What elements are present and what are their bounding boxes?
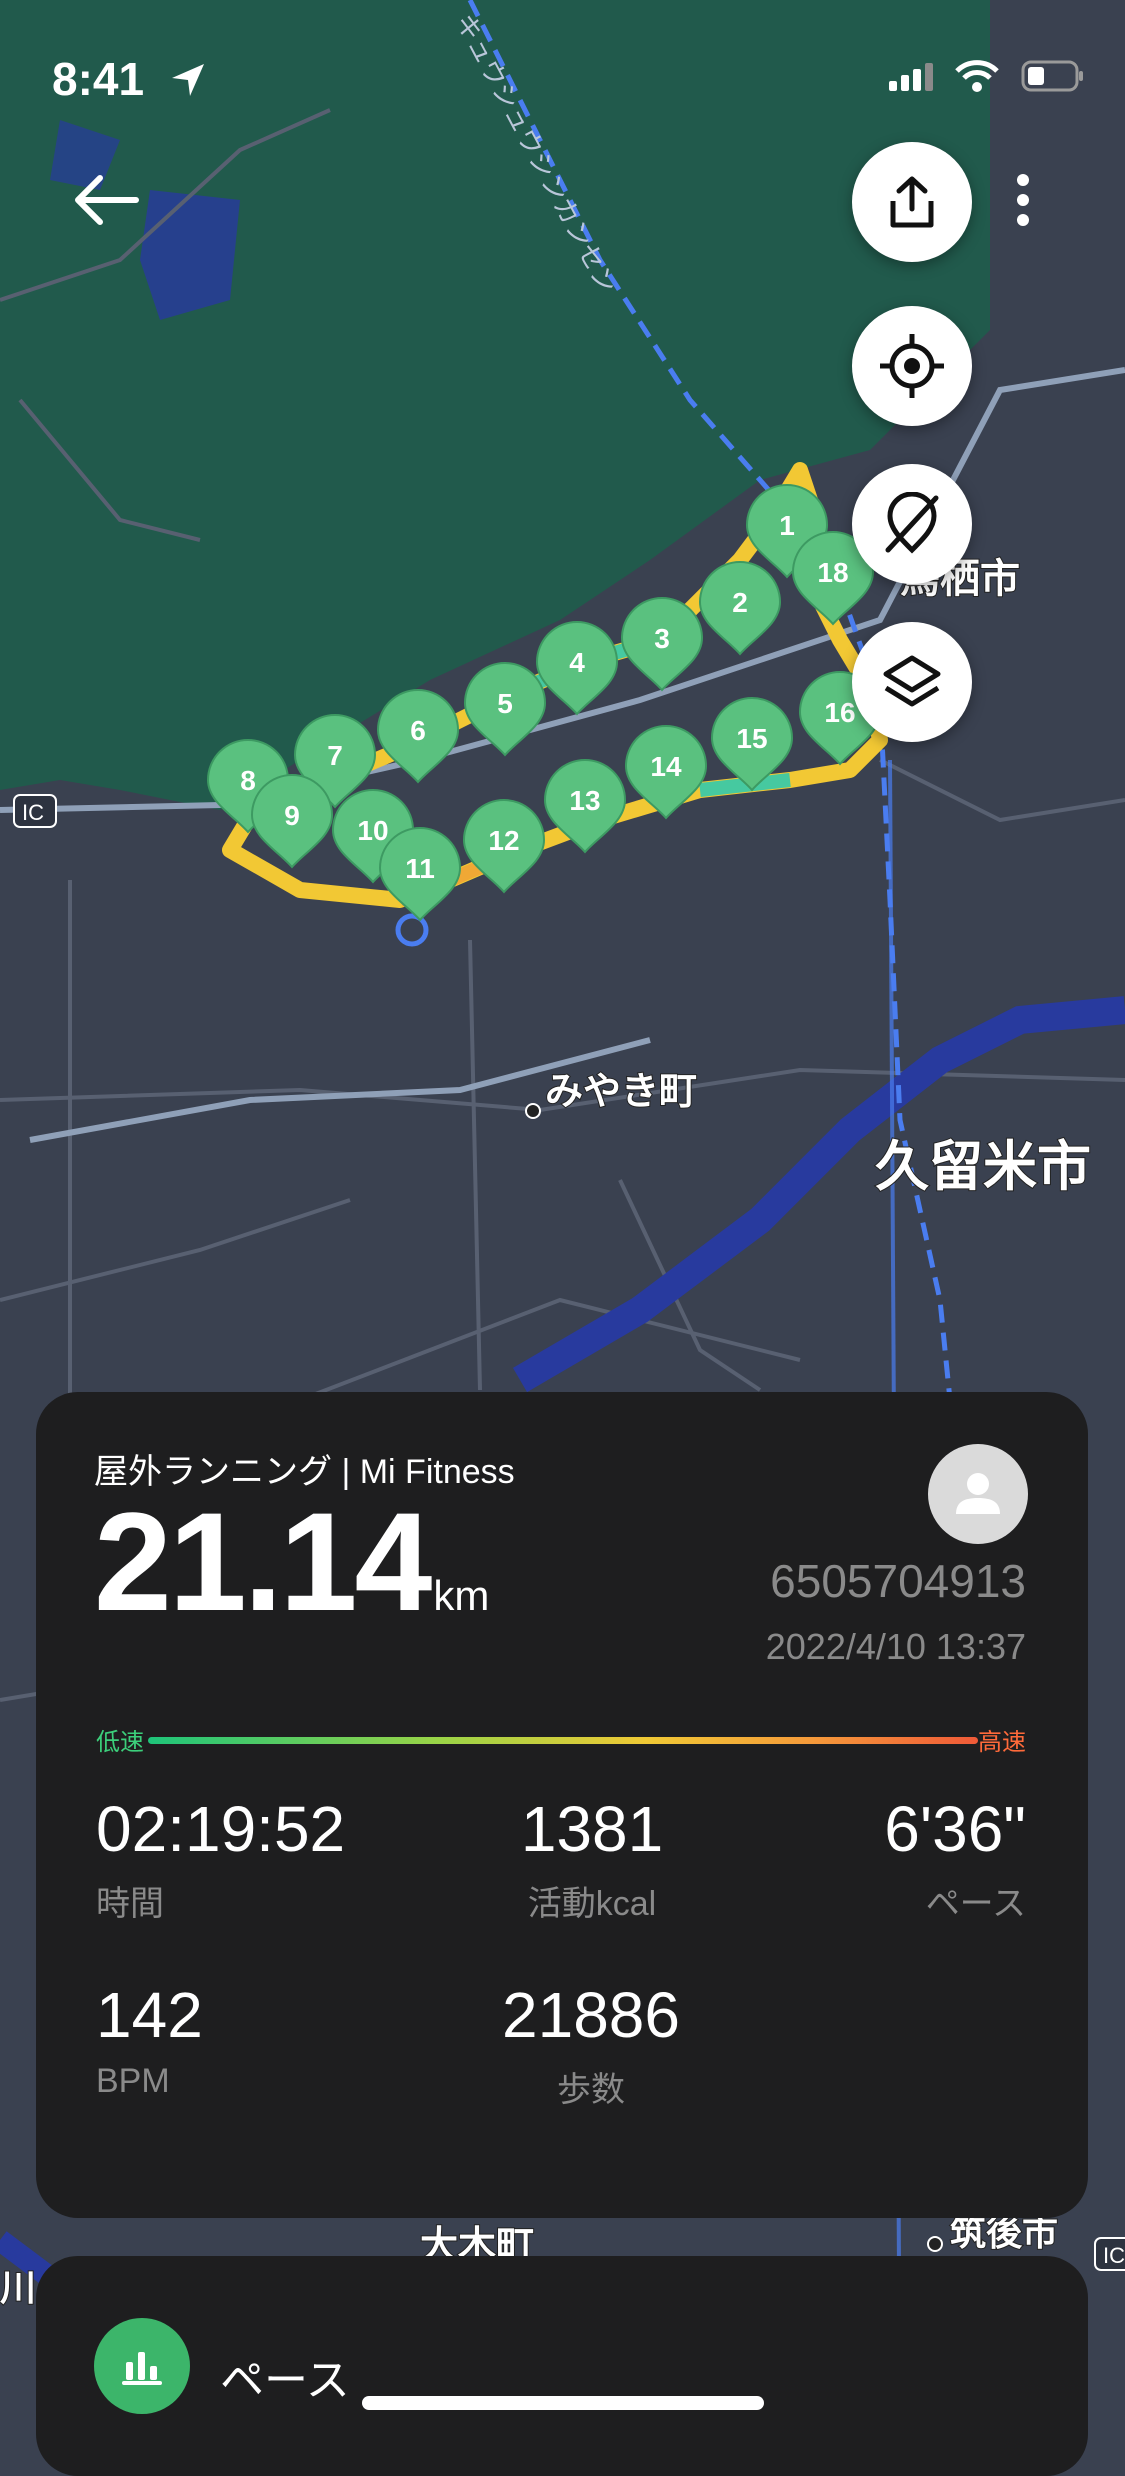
stat-label: 歩数 <box>557 2071 625 2109</box>
pace-section-label: ペース <box>220 2356 350 2405</box>
avatar[interactable] <box>928 1444 1028 1544</box>
map-layers-button[interactable] <box>852 622 972 742</box>
split-marker-label: 5 <box>497 688 513 719</box>
speed-gradient-bar <box>148 1737 978 1744</box>
workout-summary-card: 屋外ランニング | Mi Fitness 21.14 km 6505704913… <box>36 1392 1088 2218</box>
stat-duration: 02:19:52 時間 <box>96 1792 345 1925</box>
place-label-miyaki: みやき町 <box>545 1071 697 1113</box>
user-id: 6505704913 <box>770 1555 1026 1607</box>
location-arrow-icon <box>172 64 204 96</box>
stat-value: 1381 <box>520 1793 664 1865</box>
more-options-icon[interactable] <box>1005 170 1041 230</box>
stat-label: 活動kcal <box>527 1885 657 1923</box>
hide-markers-button[interactable] <box>852 464 972 584</box>
status-bar: 8:41 <box>0 0 1125 160</box>
stat-heart-rate: 142 BPM <box>96 1978 203 2101</box>
split-marker-label: 6 <box>410 715 426 746</box>
split-marker-label: 7 <box>327 740 343 771</box>
distance-display: 21.14 km <box>94 1492 489 1632</box>
split-marker-label: 4 <box>569 647 585 678</box>
split-marker-label: 14 <box>650 751 682 782</box>
stat-pace: 6'36" ペース <box>884 1792 1026 1925</box>
share-button[interactable] <box>852 142 972 262</box>
split-marker-label: 3 <box>654 623 670 654</box>
signal-icon <box>889 63 933 91</box>
split-marker-label: 2 <box>732 587 748 618</box>
stat-calories: 1381 活動kcal <box>492 1792 692 1925</box>
split-marker-label: 15 <box>736 723 767 754</box>
split-marker-label: 12 <box>488 825 519 856</box>
status-time: 8:41 <box>52 53 145 105</box>
stat-value: 142 <box>96 1979 203 2051</box>
layers-icon <box>883 655 941 707</box>
split-marker-label: 16 <box>824 697 855 728</box>
ic-badge-right: IC <box>1103 2243 1125 2268</box>
home-indicator[interactable] <box>362 2396 764 2410</box>
split-marker-label: 10 <box>357 815 388 846</box>
stat-label: BPM <box>96 2062 170 2100</box>
split-marker-label: 8 <box>240 765 256 796</box>
distance-unit: km <box>433 1572 490 1619</box>
workout-datetime: 2022/4/10 13:37 <box>765 1626 1026 1667</box>
split-marker-label: 1 <box>779 510 795 541</box>
crosshair-target-icon <box>880 334 944 398</box>
stat-label: ペース <box>925 1885 1026 1923</box>
split-marker-label: 9 <box>284 800 300 831</box>
split-marker-label: 18 <box>817 557 848 588</box>
stat-value: 21886 <box>502 1979 680 2051</box>
distance-value: 21.14 <box>94 1483 432 1640</box>
locate-button[interactable] <box>852 306 972 426</box>
stat-label: 時間 <box>96 1885 164 1923</box>
split-marker-label: 13 <box>569 785 600 816</box>
user-icon <box>956 1473 1000 1514</box>
stat-value: 02:19:52 <box>96 1793 346 1865</box>
speed-legend-high: 高速 <box>978 1729 1026 1756</box>
place-label-kurume: 久留米市 <box>875 1137 1091 1197</box>
stat-steps: 21886 歩数 <box>476 1978 706 2111</box>
battery-icon <box>1021 60 1083 92</box>
split-marker-label: 11 <box>405 853 435 884</box>
place-label-chikugo: 筑後市 <box>950 2212 1058 2253</box>
stat-value: 6'36" <box>884 1793 1026 1865</box>
speed-legend-low: 低速 <box>96 1729 144 1756</box>
ic-badge-left: IC <box>22 800 44 825</box>
wifi-icon <box>955 60 999 92</box>
back-arrow-icon[interactable] <box>70 170 140 230</box>
share-icon <box>890 176 934 228</box>
pace-chart-icon <box>94 2318 190 2414</box>
pace-section[interactable]: ペース <box>36 2256 1088 2476</box>
marker-off-icon <box>885 492 939 554</box>
